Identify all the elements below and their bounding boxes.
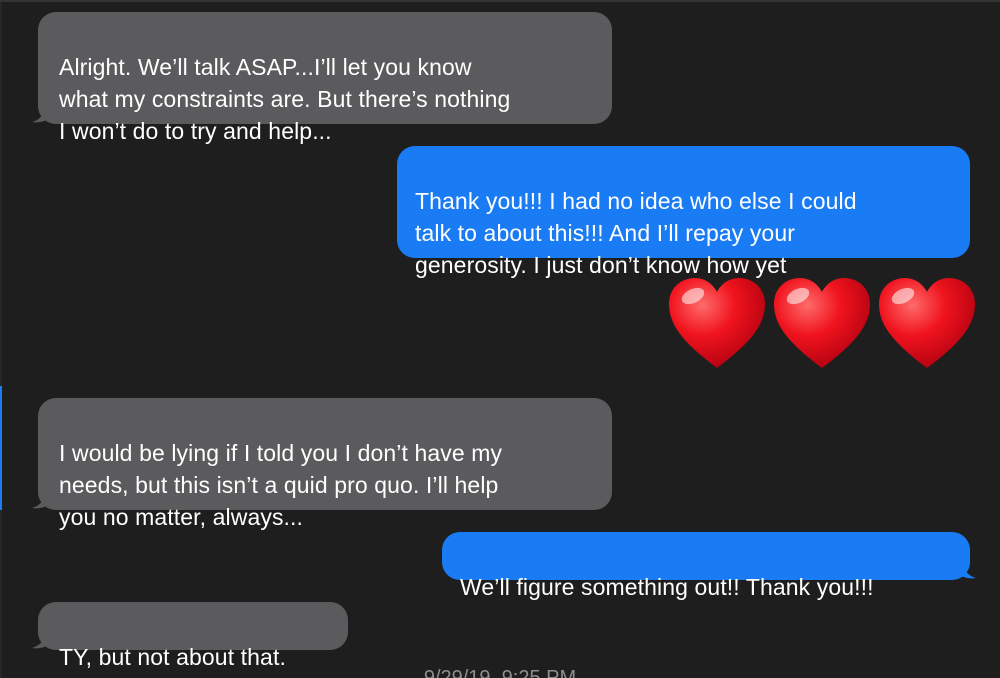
incoming-bubble-tail xyxy=(28,102,50,124)
outgoing-message-bubble[interactable]: We’ll figure something out!! Thank you!!… xyxy=(442,532,970,600)
outgoing-message-bubble[interactable]: Thank you!!! I had no idea who else I co… xyxy=(397,146,970,278)
incoming-message-bubble[interactable]: TY, but not about that. xyxy=(38,602,348,670)
red-heart-icon xyxy=(669,278,765,368)
outgoing-bubble-tail xyxy=(958,558,980,580)
incoming-message-bubble[interactable]: Alright. We’ll talk ASAP...I’ll let you … xyxy=(38,12,612,144)
incoming-bubble-tail xyxy=(28,628,50,650)
message-timestamp: 9/29/19, 9:25 PM xyxy=(423,667,577,678)
incoming-bubble-tail xyxy=(28,488,50,510)
red-heart-icon xyxy=(774,278,870,368)
emoji-message[interactable] xyxy=(665,274,980,374)
message-transcript[interactable]: Alright. We’ll talk ASAP...I’ll let you … xyxy=(0,0,1000,678)
message-text: I would be lying if I told you I don’t h… xyxy=(59,440,503,530)
incoming-message-bubble[interactable]: I would be lying if I told you I don’t h… xyxy=(38,398,612,530)
sidebar-edge xyxy=(0,2,2,678)
message-text: Alright. We’ll talk ASAP...I’ll let you … xyxy=(59,54,511,144)
red-heart-icon xyxy=(879,278,975,368)
sidebar-selection-indicator xyxy=(0,386,2,510)
message-text: We’ll figure something out!! Thank you!!… xyxy=(460,574,874,600)
message-text: Thank you!!! I had no idea who else I co… xyxy=(415,188,857,278)
